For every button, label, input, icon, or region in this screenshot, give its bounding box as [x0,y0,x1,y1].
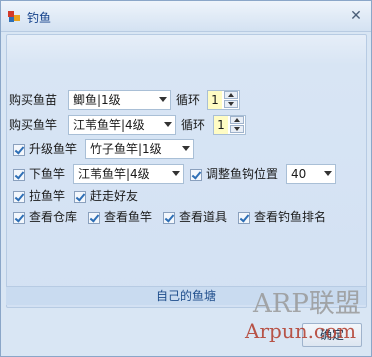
buy-bait-value: 鲫鱼|1级 [73,93,121,107]
fishing-app-icon [8,11,20,22]
chevron-down-icon [182,146,190,151]
lower-rod-value: 江苇鱼竿|4级 [78,167,150,181]
pull-rod-label: 拉鱼竿 [29,189,66,203]
close-icon[interactable]: ✕ [347,7,365,25]
view-rods-checkbox[interactable] [88,212,100,224]
view-items-checkbox[interactable] [163,212,175,224]
view-warehouse-label: 查看仓库 [29,210,78,224]
buy-rod-select[interactable]: 江苇鱼竿|4级 [68,115,176,135]
buy-rod-loop-label: 循环 [181,118,206,132]
view-items-label: 查看道具 [179,210,228,224]
title-bar: 钓鱼 ✕ [1,1,371,32]
spin-up-icon[interactable] [224,91,238,99]
buy-bait-loop-value[interactable]: 1 [208,91,222,109]
lower-rod-label: 下鱼竿 [29,167,66,181]
view-warehouse-checkbox[interactable] [13,212,25,224]
buy-rod-label: 购买鱼竿 [9,118,58,132]
adjust-hook-checkbox[interactable] [190,169,202,181]
upgrade-rod-value: 竹子鱼竿|1级 [90,142,162,156]
buy-rod-loop-value[interactable]: 1 [214,116,228,134]
upgrade-rod-select[interactable]: 竹子鱼竿|1级 [85,139,194,159]
upgrade-rod-label: 升级鱼竿 [29,142,78,156]
pull-rod-checkbox[interactable] [13,191,25,203]
lower-rod-checkbox[interactable] [13,169,25,181]
buy-rod-loop-spinner[interactable]: 1 [213,115,246,135]
drive-friends-label: 赶走好友 [90,189,139,203]
watermark-url: Arpun.com [245,319,357,343]
spin-down-icon[interactable] [224,100,238,108]
chevron-down-icon [172,171,180,176]
chevron-down-icon [324,171,332,176]
adjust-hook-select[interactable]: 40 [286,164,336,184]
buy-bait-loop-spinner[interactable]: 1 [207,90,240,110]
drive-friends-checkbox[interactable] [74,191,86,203]
buy-bait-label: 购买鱼苗 [9,93,58,107]
view-ranking-checkbox[interactable] [238,212,250,224]
window-title: 钓鱼 [27,11,52,25]
adjust-hook-label: 调整鱼钩位置 [206,167,279,181]
fishing-window: 钓鱼 ✕ 购买鱼苗 鲫鱼|1级 循环 1 购买鱼竿 江苇鱼竿|4级 循环 1 升… [0,0,372,357]
view-ranking-label: 查看钓鱼排名 [254,210,327,224]
watermark-logo: ARP联盟 [253,289,361,319]
upgrade-rod-checkbox[interactable] [13,144,25,156]
spin-up-icon[interactable] [230,116,244,124]
lower-rod-select[interactable]: 江苇鱼竿|4级 [73,164,184,184]
view-rods-label: 查看鱼竿 [104,210,153,224]
buy-bait-select[interactable]: 鲫鱼|1级 [68,90,171,110]
chevron-down-icon [159,97,167,102]
buy-bait-loop-label: 循环 [176,93,201,107]
spin-down-icon[interactable] [230,125,244,133]
buy-rod-value: 江苇鱼竿|4级 [73,118,145,132]
chevron-down-icon [164,122,172,127]
adjust-hook-value: 40 [291,167,307,181]
